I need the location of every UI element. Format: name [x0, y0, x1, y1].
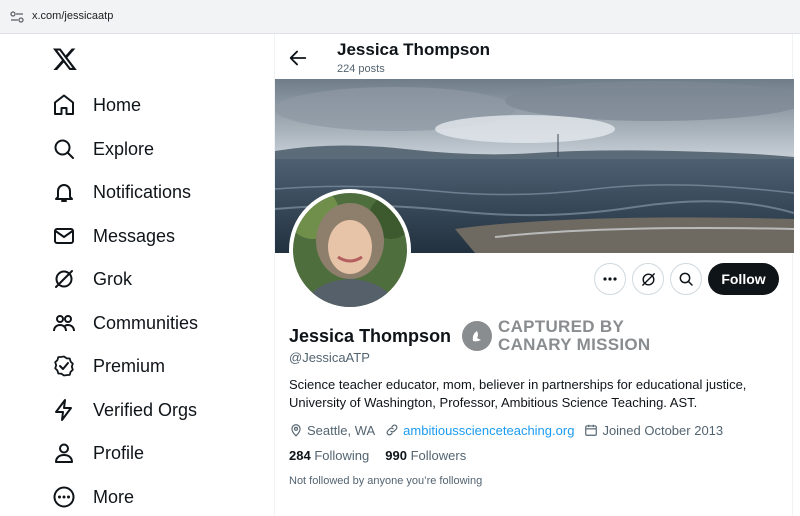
sidebar-item-label: More: [93, 486, 135, 507]
profile-avatar[interactable]: [289, 189, 411, 311]
sidebar-item-more[interactable]: More: [40, 477, 260, 516]
sidebar-item-label: Verified Orgs: [93, 399, 198, 420]
x-logo-icon[interactable]: [52, 46, 78, 72]
sidebar-item-verified-orgs[interactable]: Verified Orgs: [40, 390, 260, 430]
watermark-line1: CAPTURED BY: [498, 317, 625, 336]
calendar-icon: [585, 424, 598, 436]
mutual-followers-note: Not followed by anyone you’re following: [289, 475, 483, 487]
follow-button[interactable]: Follow: [708, 263, 779, 295]
grok-icon: [641, 272, 655, 286]
browser-address-bar[interactable]: x.com/jessicaatp: [0, 0, 800, 34]
profile-name: Jessica Thompson: [289, 326, 452, 346]
sidebar-item-label: Home: [93, 94, 142, 115]
lightning-icon: [40, 390, 88, 430]
search-icon: [679, 272, 693, 286]
profile-handle: @JessicaATP: [289, 350, 370, 365]
joined-date: Joined October 2013: [584, 423, 723, 438]
sidebar-item-grok[interactable]: Grok: [40, 259, 260, 299]
followers-label: Followers: [410, 448, 467, 463]
following-link[interactable]: 284 Following: [289, 448, 369, 463]
sidebar-item-home[interactable]: Home: [40, 85, 260, 125]
sidebar-item-premium[interactable]: Premium: [40, 346, 260, 386]
watermark-text: CAPTURED BY CANARY MISSION: [498, 318, 651, 354]
website-link[interactable]: ambitiousscienceteaching.org: [403, 423, 574, 438]
sidebar-item-label: Grok: [93, 268, 133, 289]
sidebar-item-messages[interactable]: Messages: [40, 216, 260, 256]
profile-meta-row: Seattle, WA ambitiousscienceteaching.org…: [289, 421, 733, 439]
premium-badge-icon: [40, 346, 88, 386]
sidebar-item-label: Communities: [93, 312, 199, 333]
watermark-line2: CANARY MISSION: [498, 335, 651, 354]
location-pin-icon: [291, 424, 301, 437]
location-text: Seattle, WA: [307, 422, 376, 438]
sidebar-item-notifications[interactable]: Notifications: [40, 172, 260, 212]
canary-seal-icon: [462, 321, 492, 351]
more-options-button[interactable]: [594, 263, 626, 295]
search-icon: [40, 129, 88, 169]
back-arrow-icon[interactable]: [287, 47, 309, 69]
sidebar-item-explore[interactable]: Explore: [40, 129, 260, 169]
watermark-stamp: CAPTURED BY CANARY MISSION: [462, 318, 662, 354]
follow-counts: 284 Following 990 Followers: [289, 448, 482, 463]
grok-icon: [40, 259, 88, 299]
sidebar-item-label: Profile: [93, 442, 145, 463]
header-title: Jessica Thompson: [337, 40, 491, 59]
link-icon: [386, 424, 398, 436]
following-count: 284: [289, 448, 311, 463]
grok-profile-button[interactable]: [632, 263, 664, 295]
sidebar-item-profile[interactable]: Profile: [40, 433, 260, 473]
person-icon: [40, 433, 88, 473]
sidebar-item-communities[interactable]: Communities: [40, 303, 260, 343]
sidebar: Home Explore Notifications Messages Grok…: [0, 34, 275, 516]
more-circle-icon: [40, 477, 88, 516]
more-dots-icon: [603, 277, 617, 281]
address-url[interactable]: x.com/jessicaatp: [32, 10, 113, 22]
search-profile-button[interactable]: [670, 263, 702, 295]
site-settings-icon[interactable]: [10, 11, 24, 23]
location: Seattle, WA: [289, 423, 375, 438]
home-icon: [40, 85, 88, 125]
website[interactable]: ambitiousscienceteaching.org: [385, 423, 574, 438]
sidebar-item-label: Messages: [93, 225, 176, 246]
communities-icon: [40, 303, 88, 343]
sidebar-item-label: Premium: [93, 355, 166, 376]
followers-link[interactable]: 990 Followers: [385, 448, 466, 463]
profile-column: Jessica Thompson 224 posts Follow Jessic…: [274, 34, 794, 516]
sidebar-item-label: Notifications: [93, 181, 192, 202]
post-count: 224 posts: [337, 63, 385, 75]
joined-text: Joined October 2013: [602, 422, 724, 438]
envelope-icon: [40, 216, 88, 256]
profile-bio: Science teacher educator, mom, believer …: [289, 377, 747, 410]
bell-icon: [40, 172, 88, 212]
sidebar-item-label: Explore: [93, 138, 155, 159]
followers-count: 990: [385, 448, 407, 463]
following-label: Following: [314, 448, 370, 463]
